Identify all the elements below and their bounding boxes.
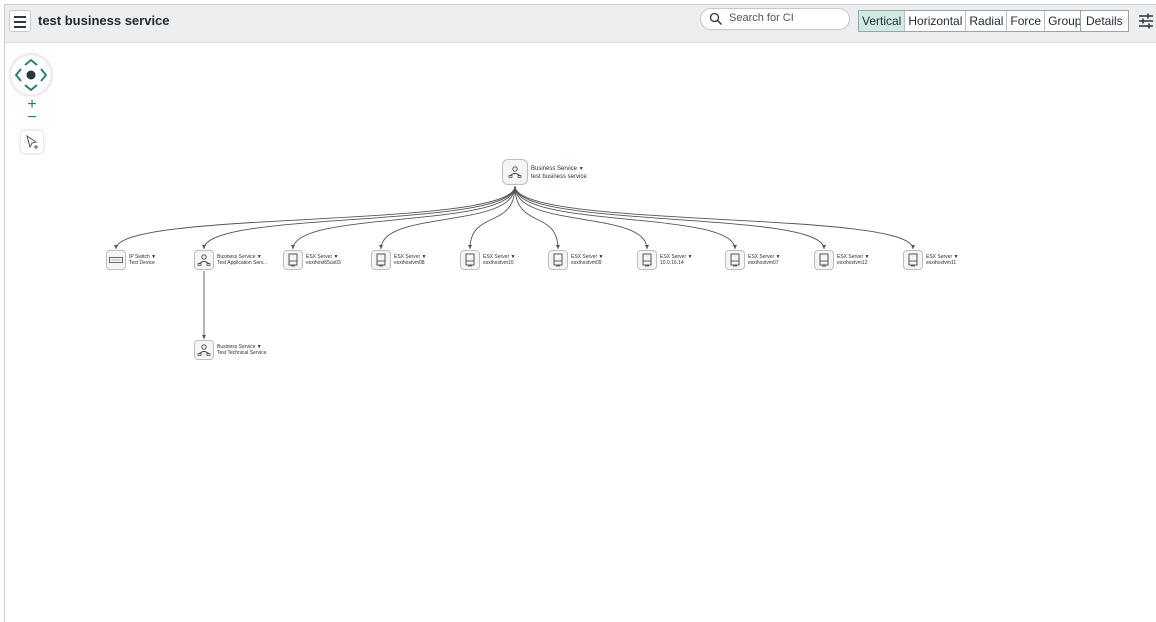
business-service-icon[interactable] [502, 159, 528, 185]
server-icon[interactable] [283, 250, 303, 270]
edge [203, 185, 516, 250]
edge-arrowhead [114, 245, 118, 249]
child-node-label[interactable]: ESX Server ▼ esxihostvm10 [483, 254, 515, 266]
child-node-label[interactable]: ESX Server ▼ esxihost65ux03 [306, 254, 341, 266]
edge-arrowhead [202, 335, 206, 339]
graph-edges [114, 185, 915, 339]
node-name: 10.0.16.14 [660, 260, 684, 266]
node-name: esxihostvm07 [748, 260, 779, 266]
server-icon[interactable] [903, 250, 923, 270]
server-icon[interactable] [814, 250, 834, 270]
edge-arrowhead [911, 245, 915, 249]
node-name: test business service [531, 174, 587, 180]
child-node-label[interactable]: IP Switch ▼ Test Device [129, 254, 156, 266]
node-name: esxihost65ux03 [306, 260, 341, 266]
child-node-label[interactable]: ESX Server ▼ esxihostvm12 [837, 254, 869, 266]
edge-arrowhead [556, 245, 560, 249]
edge [292, 185, 516, 250]
caret-down-icon[interactable]: ▼ [579, 166, 584, 172]
node-name: esxihostvm10 [483, 260, 514, 266]
node-name: Test Technical Service [217, 350, 267, 356]
node-name: esxihostvm12 [837, 260, 868, 266]
edge-arrowhead [379, 245, 383, 249]
edge [514, 185, 648, 250]
caret-down-icon[interactable]: ▼ [688, 254, 693, 260]
child-node-label[interactable]: ESX Server ▼ esxihostvm11 [926, 254, 958, 266]
node-name: esxihostvm08 [394, 260, 425, 266]
edge-arrowhead [733, 245, 737, 249]
server-icon[interactable] [725, 250, 745, 270]
edge-arrowhead [291, 245, 295, 249]
edge-arrowhead [645, 245, 649, 249]
edge-arrowhead [202, 245, 206, 249]
business-service-icon[interactable] [194, 250, 214, 270]
child-node-label[interactable]: ESX Server ▼ esxihostvm08 [394, 254, 426, 266]
child-node-label[interactable]: ESX Server ▼ esxihostvm09 [571, 254, 603, 266]
server-icon[interactable] [637, 250, 657, 270]
edge-arrowhead [468, 245, 472, 249]
node-name: Test Application Serv... [217, 260, 268, 266]
child-node-label[interactable]: Business Service ▼ Test Application Serv.… [217, 254, 267, 266]
grandchild-node-label[interactable]: Business Service ▼ Test Technical Service [217, 344, 266, 356]
node-name: Test Device [129, 260, 155, 266]
edge-arrowhead [822, 245, 826, 249]
edge [514, 185, 825, 250]
node-name: esxihostvm09 [571, 260, 602, 266]
root-node-label[interactable]: Business Service ▼ test business service [531, 165, 587, 181]
switch-icon[interactable] [106, 250, 126, 270]
child-node-label[interactable]: ESX Server ▼ esxihostvm07 [748, 254, 780, 266]
business-service-icon[interactable] [194, 340, 214, 360]
child-node-label[interactable]: ESX Server ▼ 10.0.16.14 [660, 254, 692, 266]
server-icon[interactable] [460, 250, 480, 270]
server-icon[interactable] [371, 250, 391, 270]
node-name: esxihostvm11 [926, 260, 957, 266]
edge [514, 185, 736, 250]
server-icon[interactable] [548, 250, 568, 270]
node-type: Business Service ▼ [531, 166, 584, 172]
